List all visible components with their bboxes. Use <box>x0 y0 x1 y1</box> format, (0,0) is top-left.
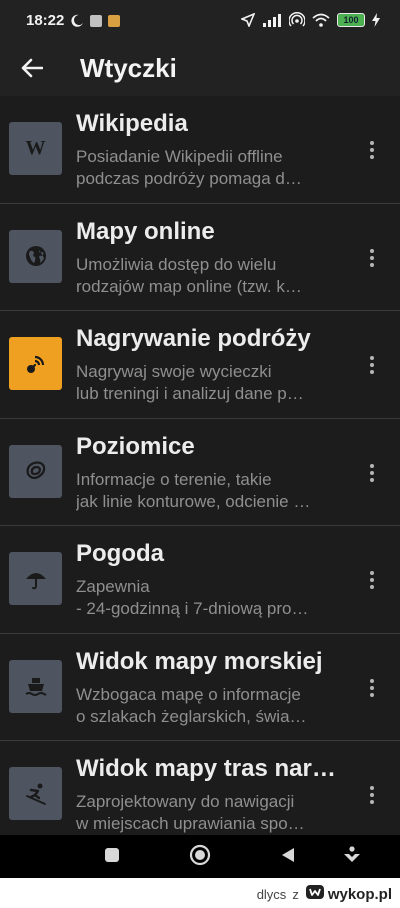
umbrella-icon <box>9 552 62 605</box>
more-options-icon[interactable] <box>360 130 384 170</box>
navigation-bar <box>0 835 400 878</box>
more-options-icon[interactable] <box>360 668 384 708</box>
plugin-title: Mapy online <box>76 217 215 245</box>
more-options-icon[interactable] <box>360 560 384 600</box>
wikipedia-icon: W <box>9 122 62 175</box>
status-right: 100 <box>241 12 380 28</box>
triangle-left-icon <box>280 847 296 868</box>
signal-icon <box>262 13 282 27</box>
plugin-description-line: jak linie konturowe, odcienie … <box>76 491 311 511</box>
plugin-description: Zapewnia - 24-godzinną i 7-dniową pro… <box>76 576 338 620</box>
page-title: Wtyczki <box>80 53 177 83</box>
plugin-title: Widok mapy morskiej <box>76 647 323 675</box>
battery-indicator: 100 <box>337 13 365 27</box>
plugin-item-ski-map[interactable]: Widok mapy tras nar… Zaprojektowany do n… <box>0 741 400 849</box>
plugin-description-line: lub treningi i analizuj dane p… <box>76 384 304 403</box>
plugin-description-line: Nagrywaj swoje wycieczki <box>76 362 272 381</box>
plugin-description: Umożliwia dostęp do wielu rodzajów map o… <box>76 254 338 298</box>
more-options-icon[interactable] <box>360 238 384 278</box>
plugin-item-trip-recording[interactable]: Nagrywanie podróży Nagrywaj swoje wyciec… <box>0 311 400 419</box>
watermark-z: z <box>292 886 299 902</box>
plugin-description-line: o szlakach żeglarskich, świa… <box>76 706 307 726</box>
plugin-list: W Wikipedia Posiadanie Wikipedii offline… <box>0 96 400 849</box>
globe-icon <box>9 229 62 283</box>
plugin-description-line: Umożliwia dostęp do wielu <box>76 254 277 274</box>
plugin-item-weather[interactable]: Pogoda Zapewnia - 24-godzinną i 7-dniową… <box>0 526 400 634</box>
plugin-item-nautical-map[interactable]: Widok mapy morskiej Wzbogaca mapę o info… <box>0 634 400 741</box>
plugin-description: Wzbogaca mapę o informacje o szlakach że… <box>76 684 338 728</box>
charging-bolt-icon <box>372 13 380 27</box>
plugin-description: Nagrywaj swoje wycieczki lub treningi i … <box>76 361 338 405</box>
arrow-left-icon <box>21 58 44 83</box>
contour-lines-icon <box>9 444 62 498</box>
down-arrow-person-icon <box>342 845 362 870</box>
status-left: 18:22 <box>26 12 121 29</box>
notification-app-icon-2 <box>108 14 121 27</box>
back-button[interactable] <box>14 52 50 88</box>
watermark-site: wykop.pl <box>327 885 392 903</box>
plugin-title: Poziomice <box>76 432 195 460</box>
plugin-description-line: - 24-godzinną i 7-dniową pro… <box>76 599 309 618</box>
watermark-user: dlycs <box>256 886 287 902</box>
plugin-item-wikipedia[interactable]: W Wikipedia Posiadanie Wikipedii offline… <box>0 96 400 204</box>
plugin-description-line: Zaprojektowany do nawigacji <box>76 792 295 811</box>
plugin-description-line: Wzbogaca mapę o informacje <box>76 684 301 704</box>
plugin-description-line: podczas podróży pomaga d… <box>76 169 302 188</box>
moon-icon <box>70 14 84 28</box>
plugin-item-contour-lines[interactable]: Poziomice Informacje o terenie, takie ja… <box>0 419 400 526</box>
wykop-logo-icon <box>305 884 325 904</box>
ship-icon <box>9 659 62 713</box>
plugin-description: Posiadanie Wikipedii offline podczas pod… <box>76 146 338 190</box>
plugin-description-line: Posiadanie Wikipedii offline <box>76 147 283 166</box>
hide-keyboard-button[interactable] <box>340 845 364 869</box>
wikipedia-glyph: W <box>25 137 46 159</box>
plugin-item-online-maps[interactable]: Mapy online Umożliwia dostęp do wielu ro… <box>0 204 400 311</box>
plugin-description-line: rodzajów map online (tzw. k… <box>76 276 302 296</box>
hotspot-icon <box>289 12 305 28</box>
square-icon <box>104 847 120 868</box>
location-arrow-icon <box>241 13 255 27</box>
circle-icon <box>189 844 211 871</box>
notification-app-icon <box>90 14 103 27</box>
plugin-description-line: Informacje o terenie, takie <box>76 469 272 489</box>
plugin-title: Pogoda <box>76 540 164 567</box>
wifi-icon <box>312 13 330 27</box>
phone-screen: 18:22 100 Wtyczki W Wikipedia Posiadanie… <box>0 0 400 878</box>
plugin-title: Wikipedia <box>76 110 188 137</box>
more-options-icon[interactable] <box>360 775 384 815</box>
status-bar: 18:22 100 <box>0 0 400 44</box>
plugin-title: Nagrywanie podróży <box>76 325 311 352</box>
more-options-icon[interactable] <box>360 453 384 493</box>
skier-icon <box>9 767 62 820</box>
more-options-icon[interactable] <box>360 345 384 385</box>
back-nav-button[interactable] <box>276 845 300 869</box>
recents-button[interactable] <box>100 845 124 869</box>
plugin-description: Zaprojektowany do nawigacji w miejscach … <box>76 791 338 835</box>
clock: 18:22 <box>26 12 65 29</box>
plugin-description-line: Zapewnia <box>76 577 150 596</box>
app-bar: Wtyczki <box>0 44 400 96</box>
home-button[interactable] <box>188 844 212 871</box>
watermark: dlycs z wykop.pl <box>257 884 392 904</box>
plugin-description: Informacje o terenie, takie jak linie ko… <box>76 469 338 513</box>
wykop-logo: wykop.pl <box>305 884 392 904</box>
watermark-bar: dlycs z wykop.pl <box>0 878 400 908</box>
plugin-description-line: w miejscach uprawiania spo… <box>76 814 305 833</box>
plugin-title: Widok mapy tras nar… <box>76 755 336 782</box>
trip-recording-icon <box>9 337 62 390</box>
